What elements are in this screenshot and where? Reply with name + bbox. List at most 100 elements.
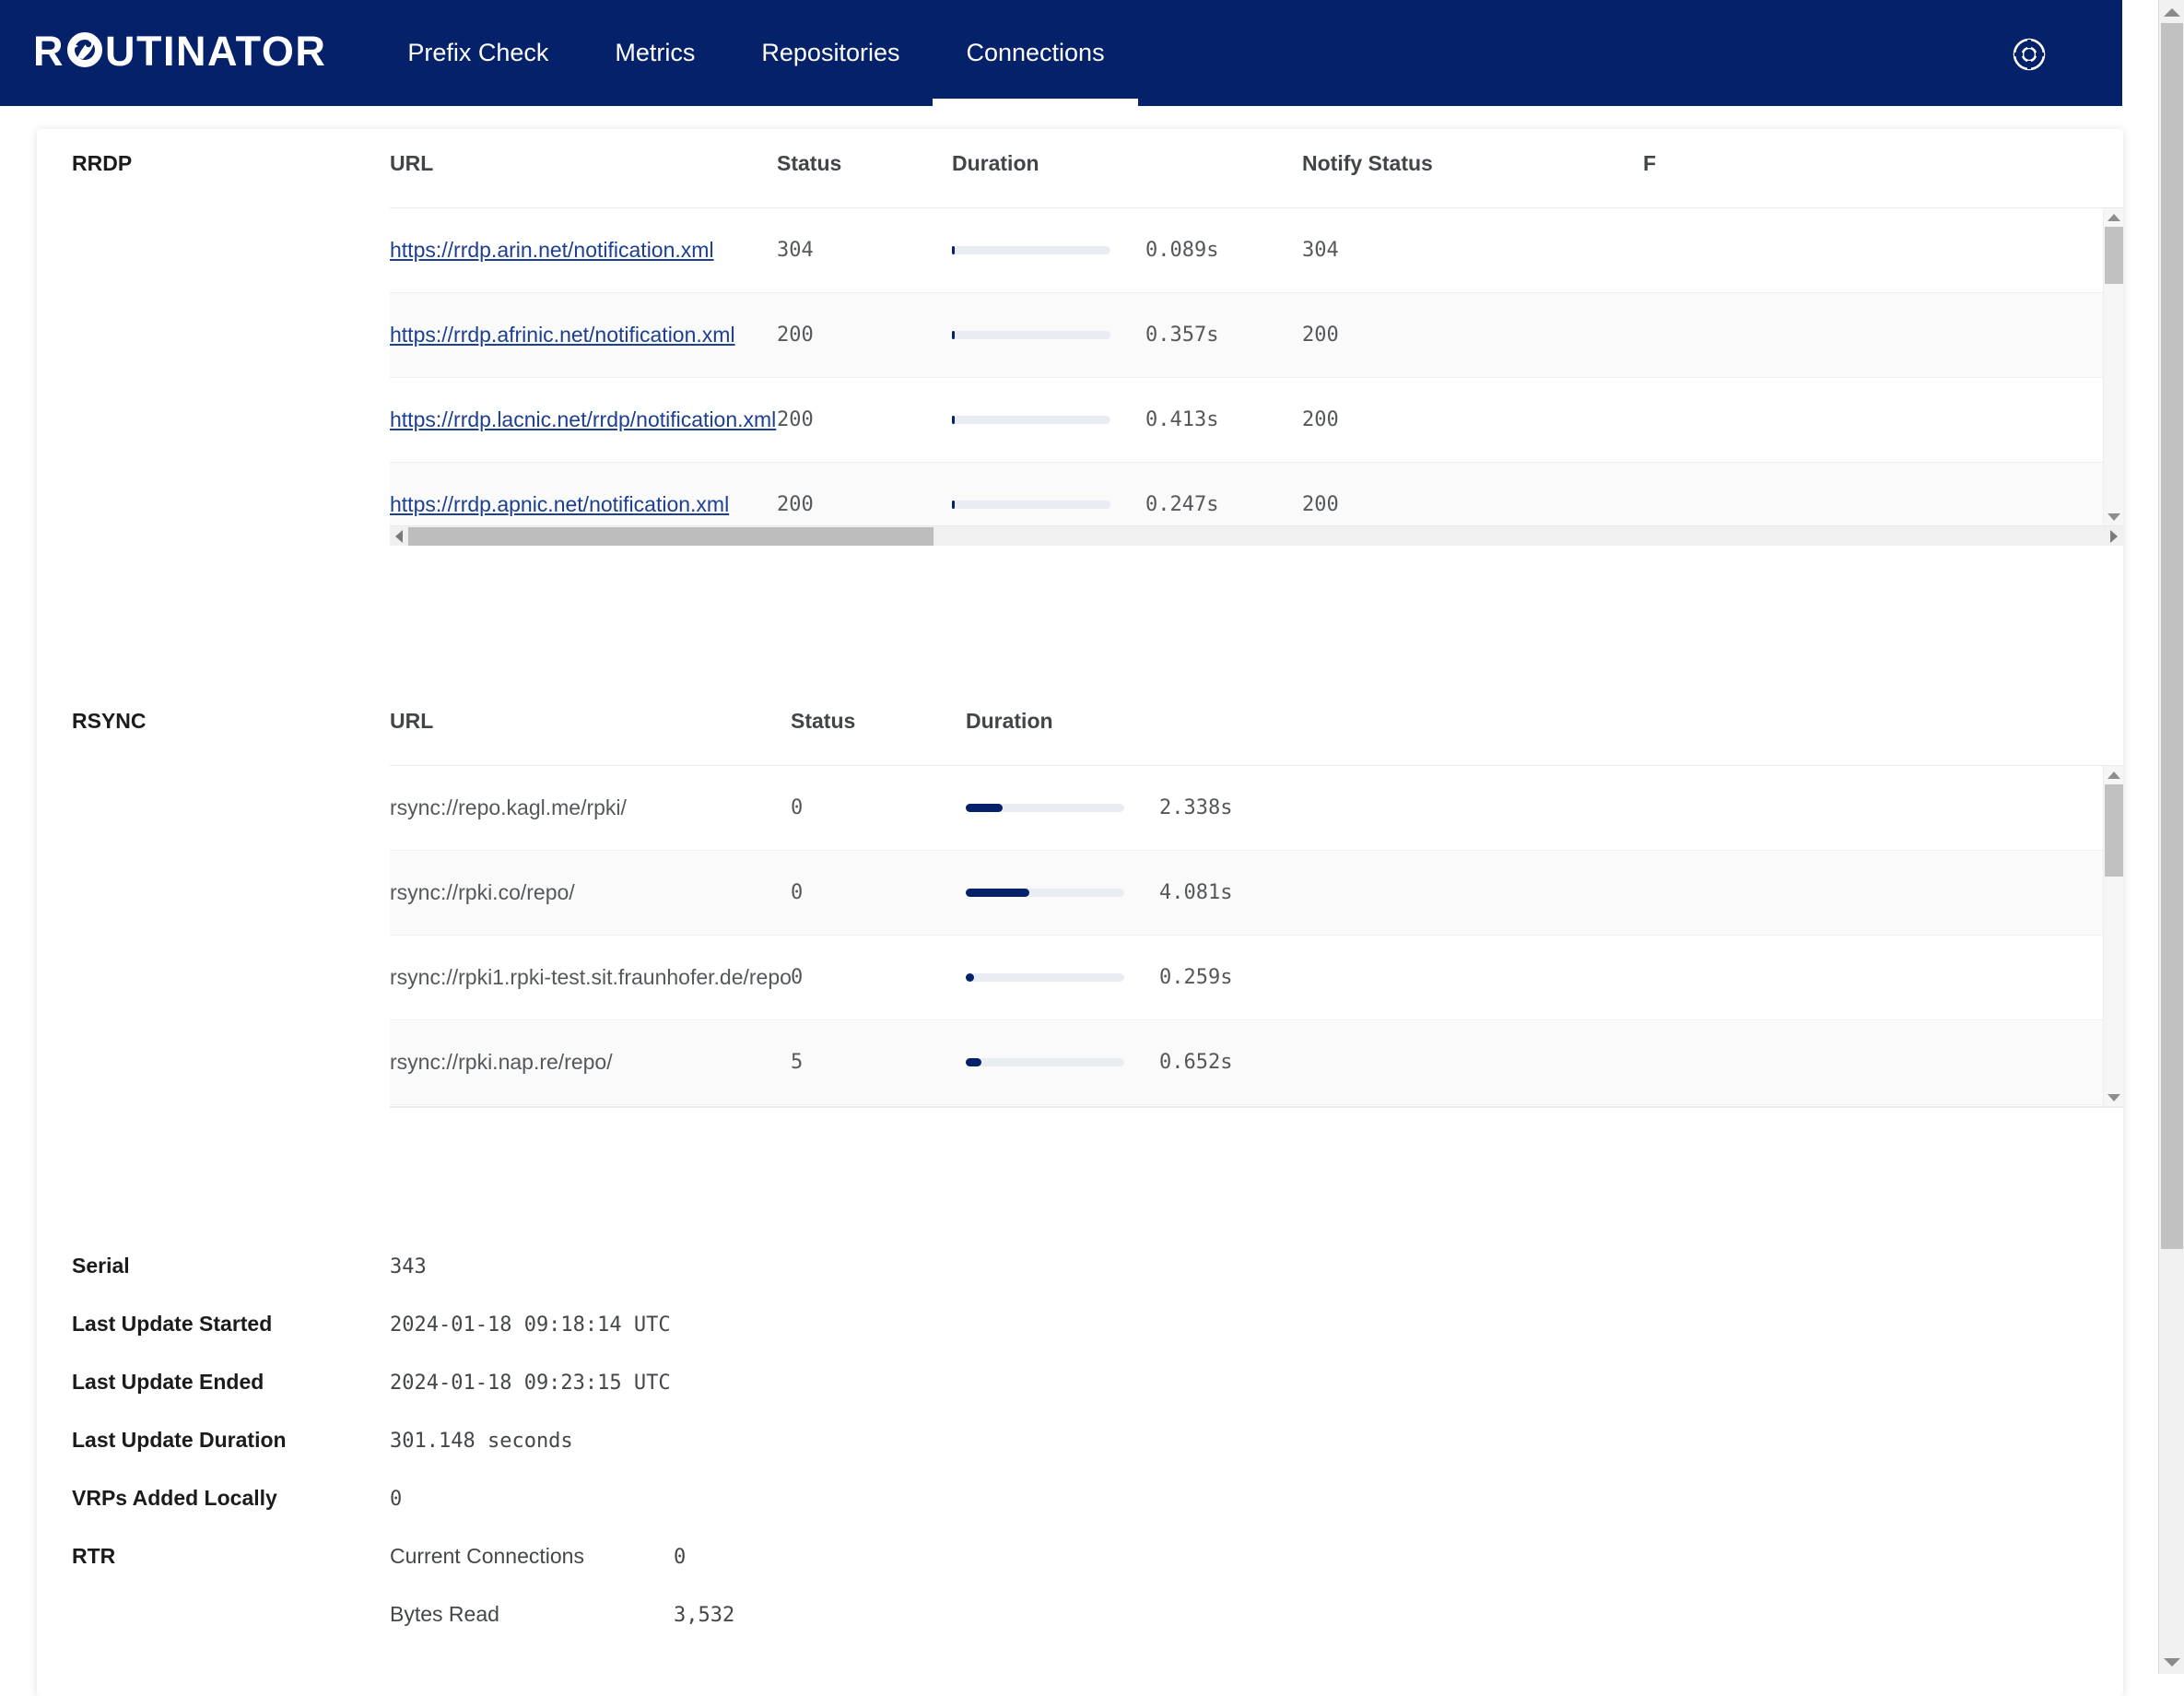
rrdp-row-duration: 0.413s xyxy=(1145,408,1218,431)
table-row[interactable]: rsync://repo.kagl.me/rpki/ 0 2.338s xyxy=(390,766,2123,851)
nav-item-connections[interactable]: Connections xyxy=(933,0,1137,106)
table-row[interactable]: https://rrdp.afrinic.net/notification.xm… xyxy=(390,293,2123,378)
rsync-section-label: RSYNC xyxy=(37,687,390,734)
rrdp-scroll-right-icon[interactable] xyxy=(2105,526,2123,547)
connections-card: RRDP URL Status Duration Notify Status F… xyxy=(37,129,2123,1696)
rrdp-row-duration: 0.089s xyxy=(1145,239,1218,262)
rrdp-scroll-up-icon[interactable] xyxy=(2104,208,2123,227)
rrdp-col-files: F xyxy=(1643,151,1717,176)
summary-row-last-update-started: Last Update Started 2024-01-18 09:18:14 … xyxy=(37,1312,2123,1370)
rsync-table: URL Status Duration rsync://repo.kagl.me… xyxy=(390,687,2123,1108)
rsync-row-status: 0 xyxy=(791,796,966,819)
rsync-vertical-scrollbar[interactable] xyxy=(2103,766,2123,1106)
summary-row-serial: Serial 343 xyxy=(37,1254,2123,1312)
table-row[interactable]: https://rrdp.arin.net/notification.xml 3… xyxy=(390,208,2123,293)
rsync-vertical-scroll-thumb[interactable] xyxy=(2105,784,2123,877)
rsync-row-duration: 2.338s xyxy=(1159,796,1232,819)
rrdp-row-status: 200 xyxy=(777,408,952,431)
rtr-sub-key: Bytes Read xyxy=(390,1602,674,1627)
rtr-sub-value: 3,532 xyxy=(674,1604,734,1627)
rrdp-col-duration: Duration xyxy=(952,151,1302,176)
summary-value: 301.148 seconds xyxy=(390,1430,573,1453)
rrdp-table-header: URL Status Duration Notify Status F xyxy=(390,129,2123,207)
rsync-row-url: rsync://rpki1.rpki-test.sit.fraunhofer.d… xyxy=(390,965,791,989)
nav-items: Prefix Check Metrics Repositories Connec… xyxy=(374,0,1137,106)
summary-list: Serial 343 Last Update Started 2024-01-1… xyxy=(37,1254,2123,1660)
duration-bar-fill xyxy=(966,973,974,982)
duration-bar xyxy=(952,331,1110,339)
rsync-col-status: Status xyxy=(791,709,966,734)
brand-title: R UTINATOR xyxy=(33,28,326,76)
page-scroll-down-icon[interactable] xyxy=(2159,1650,2184,1674)
table-row[interactable]: rsync://rpki.nap.re/repo/ 5 0.652s xyxy=(390,1020,2123,1105)
rrdp-horizontal-scroll-thumb[interactable] xyxy=(408,527,933,546)
summary-row-vrps-added-locally: VRPs Added Locally 0 xyxy=(37,1486,2123,1544)
duration-bar-fill xyxy=(952,416,955,424)
rrdp-section: RRDP URL Status Duration Notify Status F… xyxy=(37,129,2123,608)
summary-key: Last Update Duration xyxy=(37,1428,390,1453)
rsync-table-header: URL Status Duration xyxy=(390,687,2123,765)
duration-bar xyxy=(952,246,1110,254)
duration-bar-fill xyxy=(966,1058,981,1066)
summary-value: 2024-01-18 09:18:14 UTC xyxy=(390,1313,671,1337)
page-scroll-up-icon[interactable] xyxy=(2159,0,2184,24)
duration-bar-fill xyxy=(966,889,1029,897)
rrdp-row-url[interactable]: https://rrdp.afrinic.net/notification.xm… xyxy=(390,323,735,347)
rrdp-row-notify-status: 304 xyxy=(1302,239,1643,262)
nav-item-repositories[interactable]: Repositories xyxy=(728,0,933,106)
rsync-row-url: rsync://rpki.nap.re/repo/ xyxy=(390,1050,613,1074)
rrdp-col-url: URL xyxy=(390,151,777,176)
rrdp-scroll-down-icon[interactable] xyxy=(2104,508,2123,525)
summary-value: 2024-01-18 09:23:15 UTC xyxy=(390,1372,671,1395)
rsync-row-status: 0 xyxy=(791,881,966,904)
duration-bar-fill xyxy=(952,501,955,509)
brand-logo[interactable]: R UTINATOR xyxy=(33,20,326,83)
rsync-rows-scroller[interactable]: rsync://repo.kagl.me/rpki/ 0 2.338s rsyn… xyxy=(390,765,2123,1106)
rsync-table-bottom-rule xyxy=(390,1106,2123,1108)
rtr-bytes-read-row: Bytes Read 3,532 xyxy=(390,1602,734,1627)
rrdp-col-status: Status xyxy=(777,151,952,176)
rrdp-row-url[interactable]: https://rrdp.lacnic.net/rrdp/notificatio… xyxy=(390,407,776,431)
nav-item-prefix-check[interactable]: Prefix Check xyxy=(374,0,581,106)
summary-key: Last Update Started xyxy=(37,1312,390,1337)
summary-row-rtr-bytes-read: Bytes Read 3,532 xyxy=(37,1602,2123,1660)
rrdp-vertical-scrollbar[interactable] xyxy=(2103,208,2123,525)
rocket-icon xyxy=(65,30,104,69)
page-scroll-thumb[interactable] xyxy=(2161,23,2183,1249)
rrdp-row-url[interactable]: https://rrdp.apnic.net/notification.xml xyxy=(390,492,729,516)
rtr-current-connections-row: Current Connections 0 xyxy=(390,1544,686,1569)
rsync-row-duration: 0.259s xyxy=(1159,966,1232,989)
brand-title-suffix: UTINATOR xyxy=(105,28,326,75)
duration-bar xyxy=(952,501,1110,509)
page-scrollbar[interactable] xyxy=(2158,0,2184,1674)
rsync-row-duration: 4.081s xyxy=(1159,881,1232,904)
rrdp-row-notify-status: 200 xyxy=(1302,324,1643,347)
rsync-scroll-up-icon[interactable] xyxy=(2104,766,2123,784)
rrdp-horizontal-scrollbar[interactable] xyxy=(390,525,2123,546)
life-ring-icon[interactable] xyxy=(2012,37,2047,72)
rrdp-scroll-left-icon[interactable] xyxy=(390,526,408,547)
table-row[interactable]: rsync://rpki1.rpki-test.sit.fraunhofer.d… xyxy=(390,936,2123,1020)
summary-key: Last Update Ended xyxy=(37,1370,390,1395)
rsync-section: RSYNC URL Status Duration rsync://repo.k… xyxy=(37,687,2123,1166)
rsync-row-status: 5 xyxy=(791,1051,966,1074)
rsync-row-url: rsync://repo.kagl.me/rpki/ xyxy=(390,795,627,819)
table-row[interactable]: https://rrdp.apnic.net/notification.xml … xyxy=(390,463,2123,525)
rsync-col-url: URL xyxy=(390,709,791,734)
rrdp-rows-scroller[interactable]: https://rrdp.arin.net/notification.xml 3… xyxy=(390,207,2123,525)
rsync-col-duration: Duration xyxy=(966,709,1427,734)
rrdp-row-url[interactable]: https://rrdp.arin.net/notification.xml xyxy=(390,238,714,262)
duration-bar-fill xyxy=(952,331,955,339)
table-row[interactable]: rsync://rpki.co/repo/ 0 4.081s xyxy=(390,851,2123,936)
rsync-scroll-down-icon[interactable] xyxy=(2104,1089,2123,1106)
rrdp-vertical-scroll-thumb[interactable] xyxy=(2105,227,2123,284)
nav-item-metrics[interactable]: Metrics xyxy=(581,0,728,106)
summary-row-last-update-ended: Last Update Ended 2024-01-18 09:23:15 UT… xyxy=(37,1370,2123,1428)
duration-bar-fill xyxy=(952,246,955,254)
rrdp-row-duration: 0.247s xyxy=(1145,493,1218,516)
rtr-sub-value: 0 xyxy=(674,1546,686,1569)
rrdp-section-label: RRDP xyxy=(37,129,390,176)
duration-bar-fill xyxy=(966,804,1003,812)
rsync-row-status: 0 xyxy=(791,966,966,989)
table-row[interactable]: https://rrdp.lacnic.net/rrdp/notificatio… xyxy=(390,378,2123,463)
